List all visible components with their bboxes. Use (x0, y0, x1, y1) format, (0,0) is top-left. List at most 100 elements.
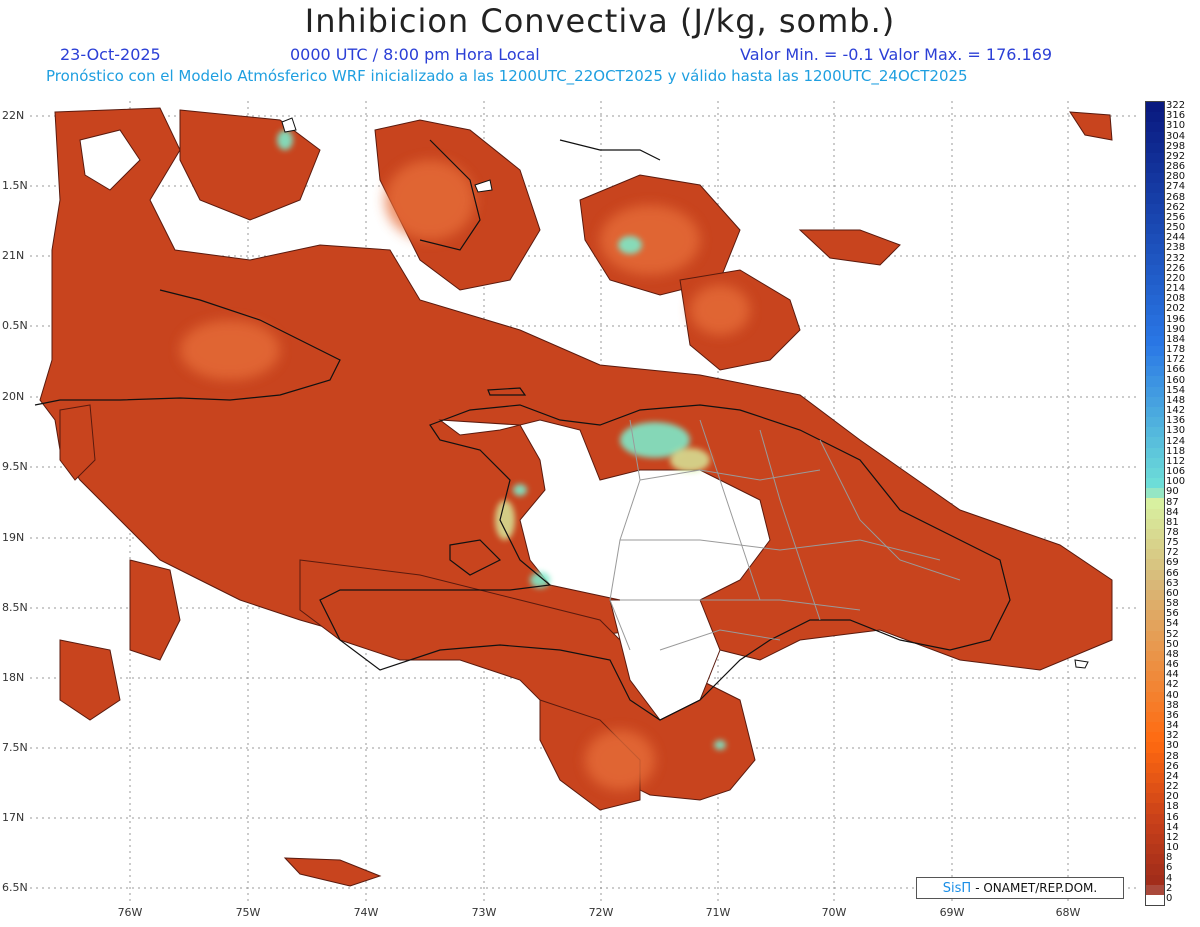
colorbar-swatch (1146, 132, 1164, 144)
colorbar-swatch (1146, 833, 1164, 845)
colorbar-swatch (1146, 539, 1164, 550)
colorbar-swatch (1146, 844, 1164, 855)
colorbar-swatch (1146, 518, 1164, 530)
lat-label-11: 17N (2, 811, 25, 824)
colorbar-swatch (1146, 457, 1164, 469)
colorbar-swatch (1146, 386, 1164, 398)
colorbar-swatch (1146, 783, 1164, 794)
colorbar-swatch (1146, 854, 1164, 865)
lat-label-1: 22N (2, 109, 25, 122)
colorbar-swatch (1146, 600, 1164, 611)
colorbar-swatch (1146, 874, 1164, 886)
lat-label-3: 21N (2, 249, 25, 262)
colorbar-swatch (1146, 813, 1164, 825)
colorbar-swatch (1146, 305, 1164, 316)
lon-label-5: 72W (588, 906, 614, 919)
lon-label-9: 68W (1055, 906, 1081, 919)
lon-label-7: 70W (821, 906, 847, 919)
colorbar-swatch (1146, 772, 1164, 784)
colorbar-swatch (1146, 650, 1164, 662)
colorbar-swatch (1146, 498, 1164, 510)
colorbar-swatch (1146, 549, 1164, 560)
colorbar-swatch (1146, 142, 1164, 154)
colorbar-swatch (1146, 223, 1164, 235)
colorbar-swatch (1146, 335, 1164, 347)
colorbar-swatch (1146, 315, 1164, 327)
colorbar-swatch (1146, 488, 1164, 499)
lon-label-4: 73W (471, 906, 497, 919)
colorbar-swatch (1146, 803, 1164, 814)
lat-label-8: 8.5N (2, 601, 28, 614)
colorbar-swatch (1146, 396, 1164, 408)
colorbar-swatch (1146, 467, 1164, 479)
lat-label-5: 20N (2, 390, 25, 403)
colorbar-swatch (1146, 894, 1164, 906)
lon-label-6: 71W (705, 906, 731, 919)
colorbar-swatch (1146, 701, 1164, 713)
colorbar-labels: 322 316 310 304 298 292 286 280 274 268 262 256 250 2… (1166, 101, 1200, 904)
map-canvas (30, 101, 1140, 904)
colorbar-swatch (1146, 884, 1164, 896)
colorbar-swatch (1146, 162, 1164, 174)
colorbar-swatch (1146, 112, 1164, 123)
colorbar-swatch (1146, 234, 1164, 245)
lat-label-9: 18N (2, 671, 25, 684)
colorbar-swatch (1146, 213, 1164, 225)
lat-label-2: 1.5N (2, 179, 28, 192)
credit-box: SisΠ - ONAMET/REP.DOM. (916, 877, 1124, 899)
colorbar (1145, 101, 1165, 906)
lon-label-2: 75W (235, 906, 261, 919)
colorbar-swatch (1146, 295, 1164, 306)
sispi-logo: SisΠ (942, 880, 972, 896)
colorbar-swatch (1146, 173, 1164, 184)
lat-label-12: 6.5N (2, 881, 28, 894)
lat-label-10: 7.5N (2, 741, 28, 754)
colorbar-swatch (1146, 122, 1164, 133)
colorbar-swatch (1146, 478, 1164, 489)
colorbar-swatch (1146, 742, 1164, 754)
colorbar-swatch (1146, 427, 1164, 438)
colorbar-swatch (1146, 274, 1164, 286)
colorbar-swatch (1146, 284, 1164, 296)
colorbar-swatch (1146, 183, 1164, 194)
lon-label-1: 76W (117, 906, 143, 919)
colorbar-swatch (1146, 620, 1164, 632)
colorbar-swatch (1146, 589, 1164, 601)
colorbar-swatch (1146, 711, 1164, 723)
lat-label-4: 0.5N (2, 319, 28, 332)
colorbar-swatch (1146, 732, 1164, 743)
colorbar-swatch (1146, 193, 1164, 205)
colorbar-swatch (1146, 559, 1164, 571)
colorbar-swatch (1146, 661, 1164, 672)
colorbar-swatch (1146, 406, 1164, 418)
lon-label-8: 69W (939, 906, 965, 919)
colorbar-swatch (1146, 366, 1164, 377)
colorbar-swatch (1146, 610, 1164, 621)
colorbar-swatch (1146, 152, 1164, 164)
colorbar-swatch (1146, 640, 1164, 652)
colorbar-label: 0 (1166, 892, 1173, 904)
colorbar-swatch (1146, 102, 1164, 113)
colorbar-swatch (1146, 264, 1164, 276)
colorbar-swatch (1146, 417, 1164, 428)
colorbar-swatch (1146, 203, 1164, 215)
colorbar-swatch (1146, 630, 1164, 642)
colorbar-swatch (1146, 325, 1164, 337)
colorbar-swatch (1146, 762, 1164, 774)
colorbar-swatch (1146, 437, 1164, 449)
colorbar-swatch (1146, 722, 1164, 733)
lon-label-3: 74W (353, 906, 379, 919)
colorbar-swatch (1146, 508, 1164, 520)
colorbar-swatch (1146, 823, 1164, 835)
lat-label-6: 9.5N (2, 460, 28, 473)
colorbar-swatch (1146, 447, 1164, 459)
colorbar-swatch (1146, 356, 1164, 367)
colorbar-swatch (1146, 681, 1164, 693)
colorbar-swatch (1146, 528, 1164, 540)
credit-org: - ONAMET/REP.DOM. (975, 881, 1098, 895)
colorbar-swatch (1146, 671, 1164, 682)
lat-label-7: 19N (2, 531, 25, 544)
colorbar-swatch (1146, 376, 1164, 388)
colorbar-swatch (1146, 569, 1164, 581)
colorbar-swatch (1146, 864, 1164, 875)
